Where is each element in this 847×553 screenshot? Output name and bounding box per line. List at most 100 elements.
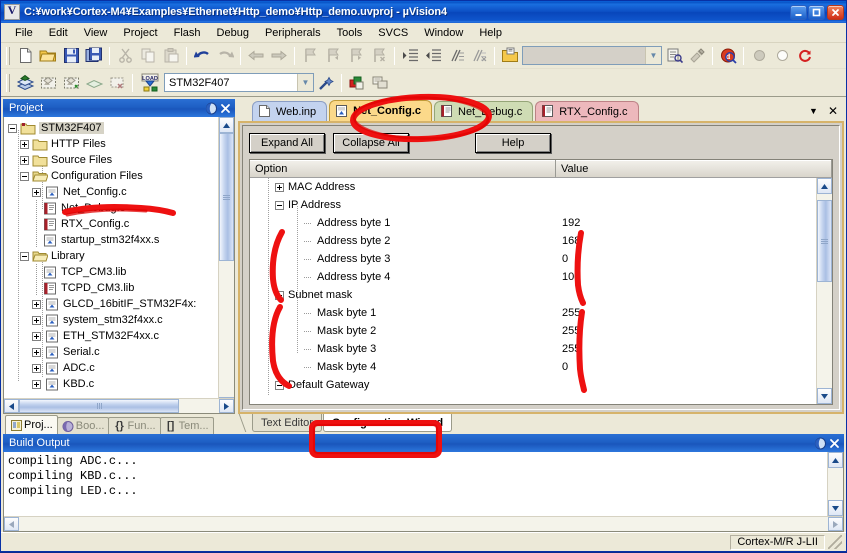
tree-expander[interactable] <box>32 187 41 197</box>
collapse-all-button[interactable]: Collapse All <box>333 133 409 153</box>
column-header-option[interactable]: Option <box>250 160 556 177</box>
find-in-files-icon[interactable] <box>663 45 685 67</box>
chevron-down-icon[interactable]: ▼ <box>809 106 818 116</box>
save-icon[interactable] <box>60 45 82 67</box>
scroll-down-button[interactable] <box>828 500 843 516</box>
wizard-row-address-byte-2[interactable]: Address byte 2 168 <box>250 232 816 250</box>
close-icon[interactable] <box>827 436 841 450</box>
vscroll-track[interactable] <box>828 468 843 500</box>
tree-item-eth-stm32f4xx-c[interactable]: ETH_STM32F4xx.c <box>8 328 218 344</box>
find-combo[interactable]: ▼ <box>522 46 662 65</box>
editor-tab-web-inp[interactable]: Web.inp <box>252 101 328 121</box>
bookmark-prev-icon[interactable] <box>322 45 344 67</box>
bookmark-next-icon[interactable] <box>345 45 367 67</box>
vscroll-thumb[interactable] <box>219 133 234 261</box>
open-project-file-icon[interactable] <box>499 45 521 67</box>
tree-item-tcp-cm3-lib[interactable]: TCP_CM3.lib <box>8 264 218 280</box>
paste-icon[interactable] <box>160 45 182 67</box>
menu-tools[interactable]: Tools <box>329 25 371 41</box>
minimize-button[interactable] <box>790 4 807 20</box>
tree-item-rtx-config-c[interactable]: RTX_Config.c <box>8 216 218 232</box>
breakpoint-empty-icon[interactable] <box>771 45 793 67</box>
row-expander[interactable] <box>275 380 284 390</box>
comment-icon[interactable] <box>445 45 467 67</box>
hscroll-track[interactable] <box>19 517 828 531</box>
resize-grip-icon[interactable] <box>828 535 842 549</box>
vscroll-track[interactable] <box>817 194 832 388</box>
tab-configuration-wizard[interactable]: Configuration Wizard <box>322 414 453 432</box>
load-flash-icon[interactable]: LOAD <box>137 72 163 94</box>
toolbar-grip[interactable] <box>6 46 10 65</box>
row-expander[interactable] <box>275 182 284 192</box>
wizard-row-ip-address[interactable]: IP Address <box>250 196 816 214</box>
chevron-down-icon[interactable]: ▼ <box>645 47 661 64</box>
target-select[interactable]: STM32F407 ▼ <box>164 73 314 92</box>
scroll-up-button[interactable] <box>828 452 843 468</box>
undo-icon[interactable] <box>191 45 213 67</box>
find-icon[interactable] <box>686 45 708 67</box>
close-button[interactable] <box>827 4 844 20</box>
row-expander[interactable] <box>275 200 284 210</box>
build-all-icon[interactable] <box>37 72 59 94</box>
configure-debug-icon[interactable]: d <box>717 45 739 67</box>
wizard-row-value[interactable]: 255 <box>556 307 816 319</box>
wizard-row-value[interactable]: 192 <box>556 217 816 229</box>
navigate-forward-icon[interactable] <box>268 45 290 67</box>
wizard-row-subnet-mask[interactable]: Subnet mask <box>250 286 816 304</box>
menu-view[interactable]: View <box>76 25 116 41</box>
build-target-icon[interactable] <box>14 72 36 94</box>
wizard-row-value[interactable]: 168 <box>556 235 816 247</box>
tab-text-editor[interactable]: Text Editor <box>252 414 322 432</box>
toolbar-grip[interactable] <box>6 73 10 92</box>
wizard-row-mask-byte-2[interactable]: Mask byte 2 255 <box>250 322 816 340</box>
help-button[interactable]: Help <box>475 133 551 153</box>
menu-svcs[interactable]: SVCS <box>370 25 416 41</box>
uncomment-icon[interactable] <box>468 45 490 67</box>
open-folder-icon[interactable] <box>37 45 59 67</box>
wizard-row-default-gateway[interactable]: Default Gateway <box>250 376 816 394</box>
project-tree-hscrollbar[interactable] <box>4 398 234 413</box>
wizard-row-value[interactable]: 0 <box>556 361 816 373</box>
vscroll-thumb[interactable] <box>817 200 832 282</box>
row-expander[interactable] <box>275 290 284 300</box>
wizard-row-value[interactable]: 0 <box>556 253 816 265</box>
tree-item-tcpd-cm3-lib[interactable]: TCPD_CM3.lib <box>8 280 218 296</box>
menu-window[interactable]: Window <box>416 25 471 41</box>
menu-edit[interactable]: Edit <box>41 25 76 41</box>
menu-debug[interactable]: Debug <box>209 25 257 41</box>
tree-item-startup-s[interactable]: startup_stm32f4xx.s <box>8 232 218 248</box>
editor-tab-net-config-c[interactable]: Net_Config.c <box>329 100 432 121</box>
scroll-left-button[interactable] <box>4 517 19 531</box>
wizard-row-mac-address[interactable]: MAC Address <box>250 178 816 196</box>
rebuild-all-icon[interactable] <box>60 72 82 94</box>
scroll-up-button[interactable] <box>219 117 234 133</box>
tab-templates[interactable]: [] Tem... <box>159 417 214 434</box>
tree-expander[interactable] <box>20 155 29 165</box>
wizard-row-address-byte-3[interactable]: Address byte 3 0 <box>250 250 816 268</box>
close-icon[interactable] <box>218 101 232 115</box>
project-tree-vscrollbar[interactable] <box>218 117 234 413</box>
tree-item-library[interactable]: Library <box>8 248 218 264</box>
wizard-row-address-byte-4[interactable]: Address byte 4 100 <box>250 268 816 286</box>
wizard-row-address-byte-1[interactable]: Address byte 1 192 <box>250 214 816 232</box>
chevron-down-icon[interactable]: ▼ <box>297 74 313 91</box>
tree-item-net-config-c[interactable]: Net_Config.c <box>8 184 218 200</box>
tree-item-http-files[interactable]: HTTP Files <box>8 136 218 152</box>
wizard-row-mask-byte-1[interactable]: Mask byte 1 255 <box>250 304 816 322</box>
stop-build-icon[interactable] <box>106 72 128 94</box>
tree-item-configuration-files[interactable]: Configuration Files <box>8 168 218 184</box>
tab-books[interactable]: Boo... <box>56 417 110 434</box>
tree-item-source-files[interactable]: Source Files <box>8 152 218 168</box>
tree-expander[interactable] <box>32 363 41 373</box>
tree-expander[interactable] <box>20 251 29 261</box>
tree-item-adc-c[interactable]: ADC.c <box>8 360 218 376</box>
scroll-down-button[interactable] <box>817 388 832 404</box>
editor-tab-rtx-config-c[interactable]: RTX_Config.c <box>535 101 639 121</box>
reset-icon[interactable] <box>794 45 816 67</box>
batch-build-icon[interactable] <box>83 72 105 94</box>
tree-expander[interactable] <box>32 315 41 325</box>
scroll-right-button[interactable] <box>828 517 843 531</box>
tree-expander[interactable] <box>20 139 29 149</box>
new-file-icon[interactable] <box>14 45 36 67</box>
wizard-row-value[interactable]: 255 <box>556 325 816 337</box>
